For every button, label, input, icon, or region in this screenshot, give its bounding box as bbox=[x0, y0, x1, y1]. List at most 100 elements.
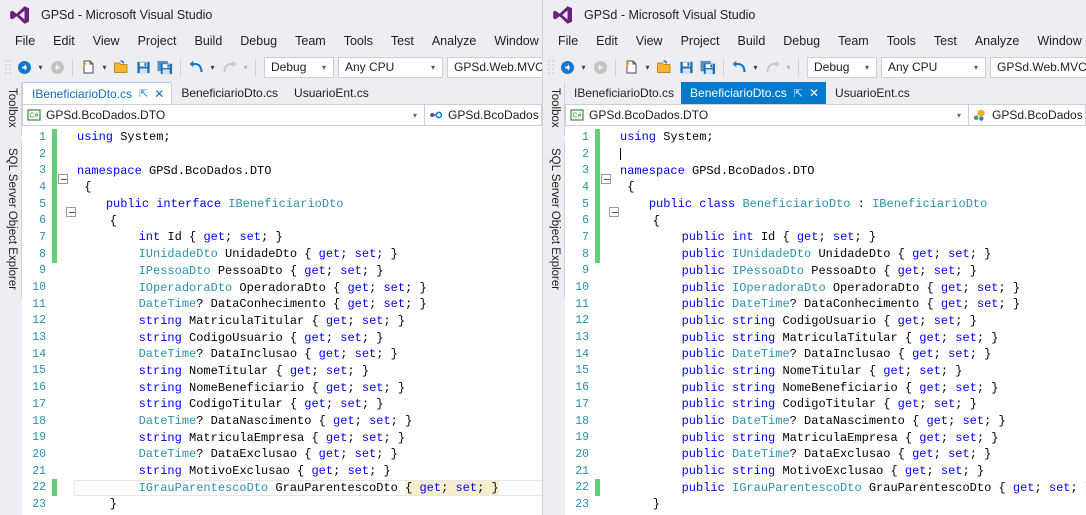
tab-ibeneficiariodto-cs[interactable]: IBeneficiarioDto.cs bbox=[565, 82, 681, 104]
menu-item-build[interactable]: Build bbox=[185, 33, 231, 50]
solution-platform-dropdown[interactable]: Any CPU ▾ bbox=[881, 56, 986, 78]
menu-item-analyze[interactable]: Analyze bbox=[966, 33, 1028, 50]
right-code-editor[interactable]: 1 using System; 2 3 namespace GPSd.BcoDados.… bbox=[565, 126, 1086, 515]
chevron-down-icon: ▾ bbox=[430, 62, 435, 72]
close-icon[interactable]: ✕ bbox=[809, 86, 819, 100]
menu-item-project[interactable]: Project bbox=[129, 33, 186, 50]
redo-icon[interactable] bbox=[761, 56, 783, 78]
menu-item-test[interactable]: Test bbox=[382, 33, 423, 50]
menu-item-edit[interactable]: Edit bbox=[44, 33, 84, 50]
left-code-editor[interactable]: 1 using System; 2 3 namespace GPSd.BcoDados.… bbox=[22, 126, 542, 515]
code-token: ? DataInclusao { bbox=[789, 347, 913, 362]
menu-item-view[interactable]: View bbox=[84, 33, 129, 50]
tab-beneficiariodto-cs[interactable]: BeneficiarioDto.cs bbox=[172, 82, 285, 104]
new-item-dropdown-chevron-down-icon[interactable]: ▾ bbox=[642, 56, 653, 78]
sidebar-item-toolbox[interactable]: Toolbox bbox=[0, 82, 22, 136]
menu-item-tools[interactable]: Tools bbox=[878, 33, 925, 50]
toolbar-grip[interactable] bbox=[3, 58, 13, 76]
sidebar-item-sql-server-object-explorer[interactable]: SQL Server Object Explorer bbox=[0, 141, 22, 298]
menu-item-view[interactable]: View bbox=[627, 33, 672, 50]
menu-item-debug[interactable]: Debug bbox=[774, 33, 829, 50]
tab-usuarioent-cs[interactable]: UsuarioEnt.cs bbox=[826, 82, 917, 104]
menu-bar-right: File Edit View Project Build Debug Team … bbox=[543, 30, 1086, 52]
menu-item-project[interactable]: Project bbox=[672, 33, 729, 50]
change-bar bbox=[595, 279, 600, 296]
change-bar bbox=[52, 363, 57, 380]
menu-item-edit[interactable]: Edit bbox=[587, 33, 627, 50]
undo-dropdown-chevron-down-icon[interactable]: ▾ bbox=[207, 56, 218, 78]
solution-configuration-dropdown[interactable]: Debug ▾ bbox=[264, 56, 334, 78]
solution-configuration-dropdown[interactable]: Debug ▾ bbox=[807, 56, 877, 78]
code-token: ; } bbox=[261, 230, 283, 245]
menu-item-build[interactable]: Build bbox=[728, 33, 774, 50]
menu-item-window[interactable]: Window bbox=[485, 33, 542, 50]
line-number: 15 bbox=[575, 364, 589, 378]
navigate-forward-icon[interactable] bbox=[46, 56, 68, 78]
menu-item-file[interactable]: File bbox=[6, 33, 44, 50]
back-dropdown-chevron-down-icon[interactable]: ▾ bbox=[578, 56, 589, 78]
pin-icon[interactable]: ⇱ bbox=[794, 87, 803, 100]
solution-platform-dropdown[interactable]: Any CPU ▾ bbox=[338, 56, 443, 78]
solution-configuration-value: Debug bbox=[271, 60, 307, 74]
visual-studio-logo-icon bbox=[552, 4, 574, 26]
startup-project-dropdown[interactable]: GPSd.Web.MVC bbox=[990, 56, 1086, 78]
collapse-region-icon[interactable] bbox=[58, 173, 68, 184]
save-icon[interactable] bbox=[675, 56, 697, 78]
menu-item-team[interactable]: Team bbox=[829, 33, 878, 50]
sidebar-item-toolbox[interactable]: Toolbox bbox=[543, 82, 565, 136]
menu-item-tools[interactable]: Tools bbox=[335, 33, 382, 50]
back-dropdown-chevron-down-icon[interactable]: ▾ bbox=[35, 56, 46, 78]
menu-item-analyze[interactable]: Analyze bbox=[423, 33, 485, 50]
new-item-icon[interactable] bbox=[620, 56, 642, 78]
menu-item-test[interactable]: Test bbox=[925, 33, 966, 50]
menu-item-file[interactable]: File bbox=[549, 33, 587, 50]
menu-item-team[interactable]: Team bbox=[286, 33, 335, 50]
left-member-dropdown[interactable]: GPSd.BcoDados. bbox=[424, 104, 542, 126]
save-all-icon[interactable] bbox=[154, 56, 176, 78]
left-namespace-dropdown[interactable]: C# GPSd.BcoDados.DTO ▾ bbox=[22, 104, 424, 126]
code-token: set bbox=[340, 263, 362, 278]
redo-dropdown-chevron-down-icon[interactable]: ▾ bbox=[783, 56, 794, 78]
code-token: ; } bbox=[940, 363, 963, 378]
right-member-dropdown[interactable]: GPSd.BcoDados. bbox=[968, 104, 1086, 126]
tab-ibeneficiariodto-cs[interactable]: IBeneficiarioDto.cs ⇱ ✕ bbox=[22, 82, 173, 104]
open-file-icon[interactable] bbox=[110, 56, 132, 78]
code-token: string bbox=[138, 430, 182, 445]
menu-item-debug[interactable]: Debug bbox=[231, 33, 286, 50]
sidebar-item-sql-server-object-explorer[interactable]: SQL Server Object Explorer bbox=[543, 141, 565, 298]
new-item-dropdown-chevron-down-icon[interactable]: ▾ bbox=[99, 56, 110, 78]
save-all-icon[interactable] bbox=[697, 56, 719, 78]
redo-icon[interactable] bbox=[218, 56, 240, 78]
line-number: 23 bbox=[575, 497, 589, 511]
tab-beneficiariodto-cs[interactable]: BeneficiarioDto.cs ⇱ ✕ bbox=[681, 82, 827, 104]
navigate-backward-icon[interactable] bbox=[13, 56, 35, 78]
tab-usuarioent-cs[interactable]: UsuarioEnt.cs bbox=[285, 82, 376, 104]
navigate-forward-icon[interactable] bbox=[589, 56, 611, 78]
save-icon[interactable] bbox=[132, 56, 154, 78]
code-text: } bbox=[75, 497, 542, 511]
standard-toolbar: ▾ ▾ ▾ ▾ Debug ▾ Any CPU ▾ GPSd.Web.MVC bbox=[0, 52, 542, 82]
right-namespace-dropdown[interactable]: C# GPSd.BcoDados.DTO ▾ bbox=[565, 104, 968, 126]
navigate-backward-icon[interactable] bbox=[556, 56, 578, 78]
code-line: 17 string CodigoTitular { get; set; } bbox=[22, 396, 542, 413]
undo-icon[interactable] bbox=[728, 56, 750, 78]
close-icon[interactable]: ✕ bbox=[154, 87, 164, 101]
svg-text:C#: C# bbox=[30, 113, 39, 120]
menu-item-window[interactable]: Window bbox=[1028, 33, 1086, 50]
new-item-icon[interactable] bbox=[77, 56, 99, 78]
line-number: 17 bbox=[32, 397, 46, 411]
open-file-icon[interactable] bbox=[653, 56, 675, 78]
code-text: DateTime? DataNascimento { get; set; } bbox=[75, 414, 542, 428]
undo-dropdown-chevron-down-icon[interactable]: ▾ bbox=[750, 56, 761, 78]
change-bar bbox=[595, 162, 600, 180]
code-token: string bbox=[732, 464, 776, 479]
code-text: IGrauParentescoDto GrauParentescoDto { g… bbox=[74, 479, 542, 496]
collapse-region-icon[interactable] bbox=[601, 173, 611, 184]
redo-dropdown-chevron-down-icon[interactable]: ▾ bbox=[240, 56, 251, 78]
undo-icon[interactable] bbox=[185, 56, 207, 78]
text-caret bbox=[620, 147, 621, 160]
startup-project-dropdown[interactable]: GPSd.Web.MVC bbox=[447, 56, 542, 78]
toolbar-grip[interactable] bbox=[546, 58, 556, 76]
pin-icon[interactable]: ⇱ bbox=[139, 87, 148, 100]
solution-platform-value: Any CPU bbox=[888, 60, 938, 74]
